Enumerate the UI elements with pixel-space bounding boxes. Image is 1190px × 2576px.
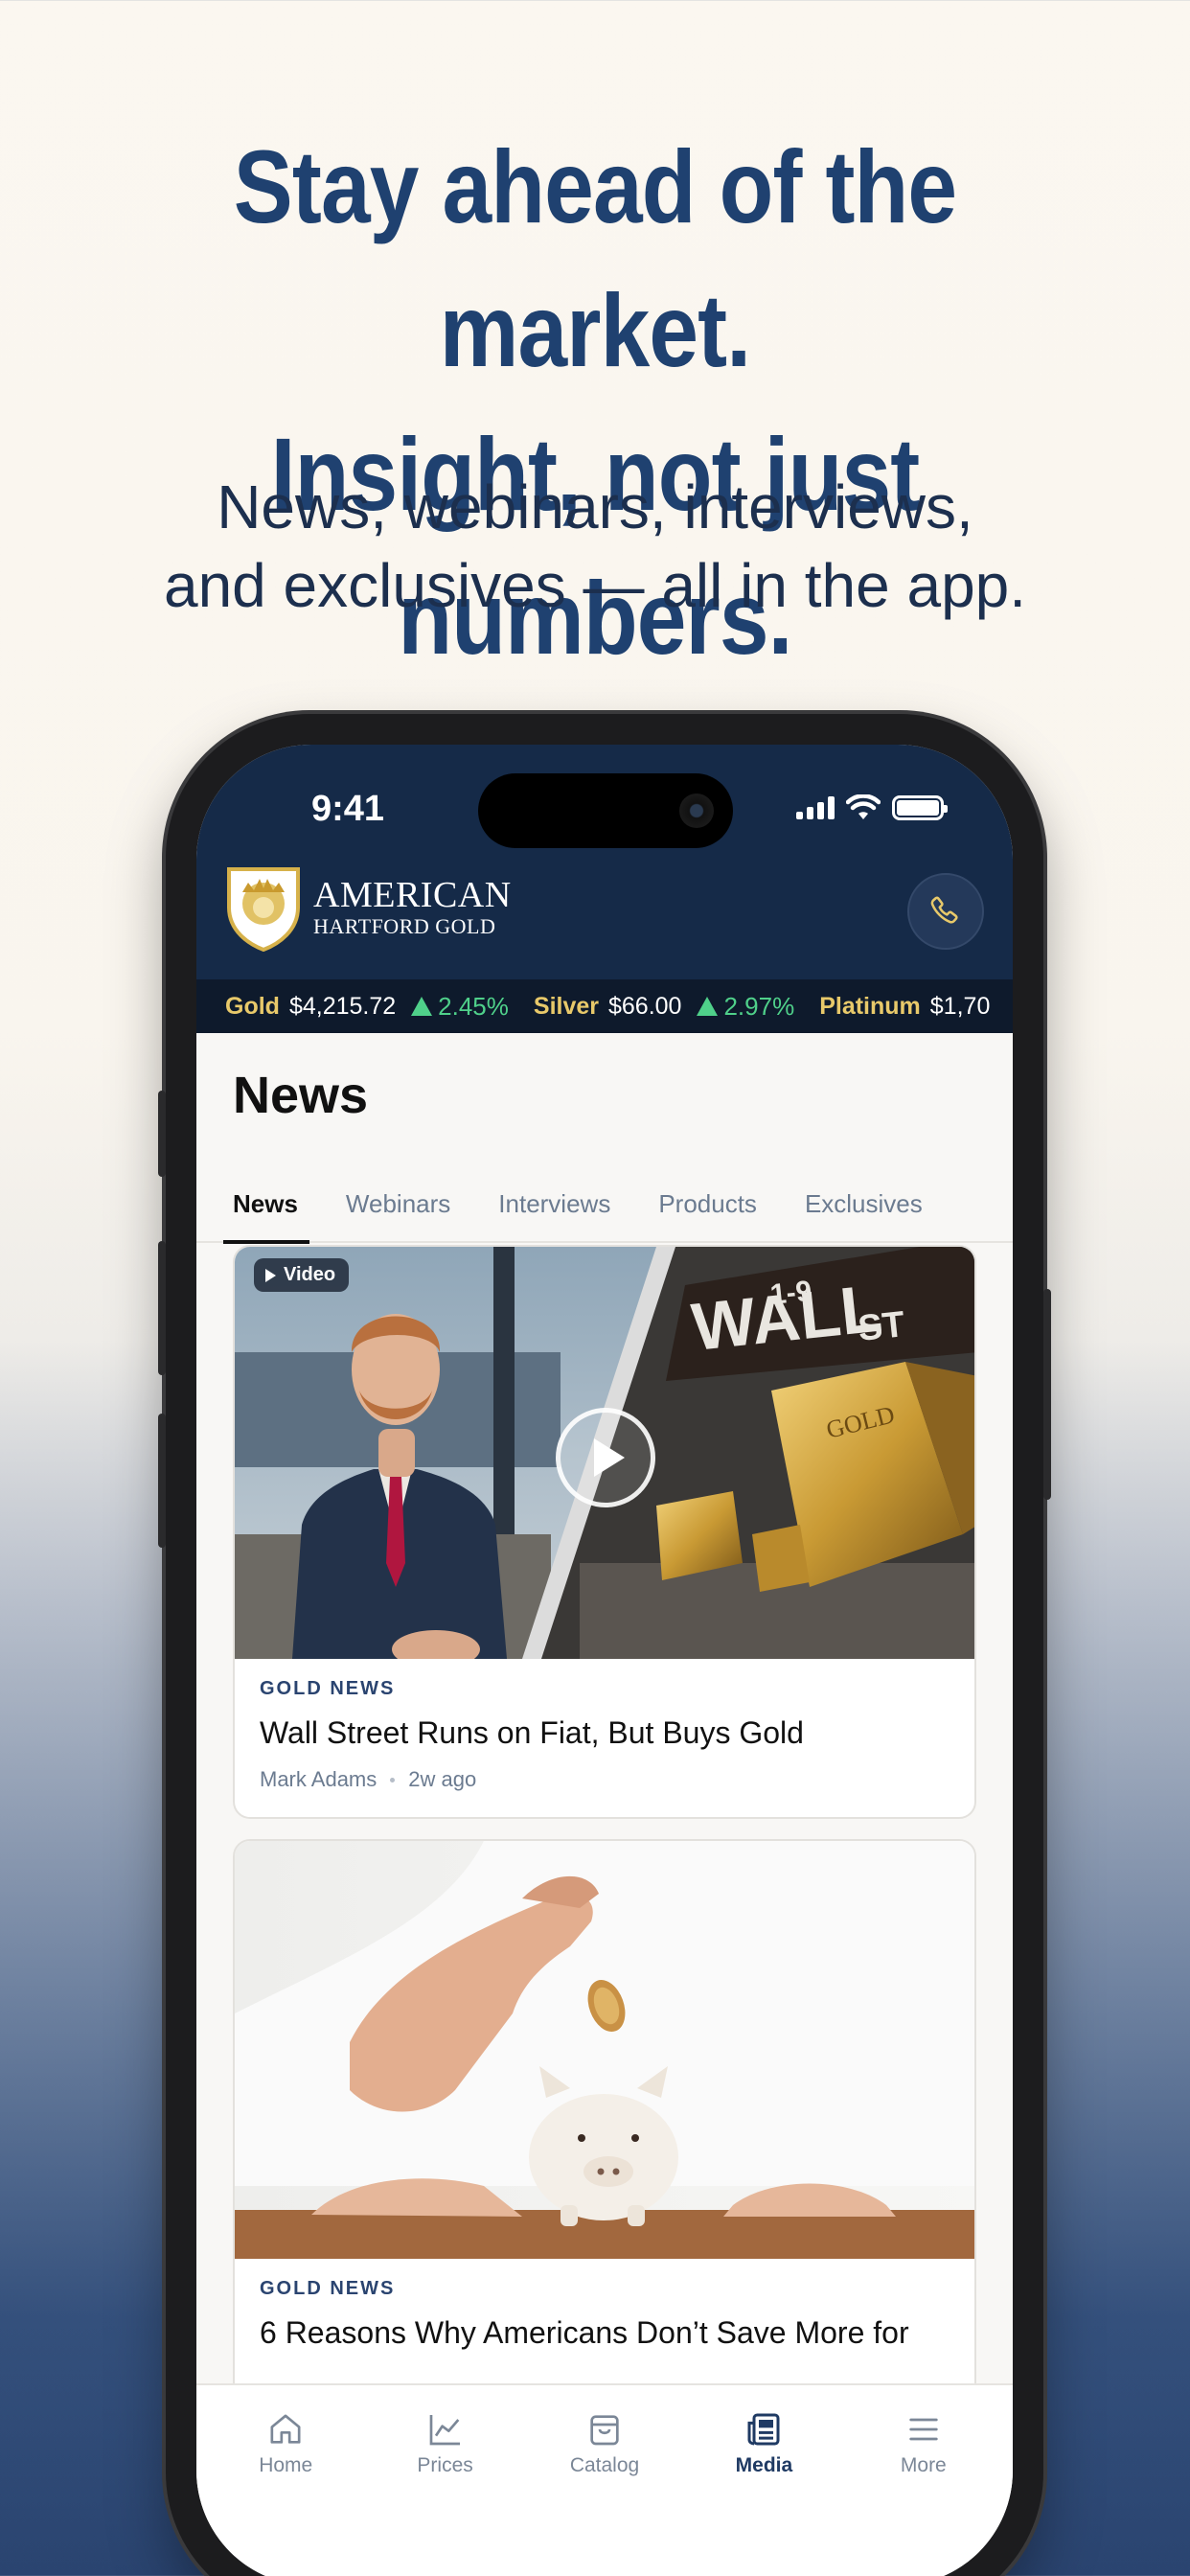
tabbar-label: Home <box>259 2454 313 2476</box>
ticker-price: $66.00 <box>608 992 682 1020</box>
brand-name-line1: AMERICAN <box>313 875 512 915</box>
dynamic-island <box>478 773 733 848</box>
video-badge: Video <box>254 1258 350 1292</box>
play-icon <box>594 1438 625 1477</box>
article-thumbnail[interactable] <box>235 1841 974 2259</box>
battery-icon <box>892 795 948 820</box>
article-age: 2w ago <box>408 1767 477 1791</box>
play-small-icon <box>265 1268 276 1282</box>
hero-subtitle-line2: and exclusives — all in the app. <box>163 551 1027 620</box>
volume-up-button <box>158 1241 166 1375</box>
app-screen: 9:41 AMERICAN HARTFORD GOLD Gold $4,215.… <box>196 745 1013 2576</box>
price-ticker[interactable]: Gold $4,215.72 2.45% Silver $66.00 2.97%… <box>196 979 1013 1033</box>
ticker-item-gold[interactable]: Gold $4,215.72 2.45% <box>225 992 509 1022</box>
article-meta: Mark Adams 2w ago <box>260 1767 950 1792</box>
tabbar-label: More <box>900 2454 947 2476</box>
tab-products[interactable]: Products <box>658 1165 757 1242</box>
tabbar-label: Prices <box>417 2454 473 2476</box>
call-button[interactable] <box>907 873 984 950</box>
tabbar-label: Media <box>735 2454 793 2476</box>
media-tabs: News Webinars Interviews Products Exclus… <box>196 1165 1013 1244</box>
tab-exclusives[interactable]: Exclusives <box>805 1165 923 1242</box>
newspaper-icon <box>747 2413 780 2446</box>
brand-name-line2: HARTFORD GOLD <box>313 914 496 938</box>
page-title: News <box>233 1067 369 1124</box>
article-video-thumbnail[interactable]: WALL ST 1-9 GOLD Video <box>235 1247 974 1659</box>
ticker-price: $4,215.72 <box>288 992 397 1020</box>
up-triangle-icon <box>411 997 433 1016</box>
article-body: GOLD NEWS 6 Reasons Why Americans Don’t … <box>235 2259 974 2377</box>
tab-interviews[interactable]: Interviews <box>498 1165 610 1242</box>
article-title[interactable]: 6 Reasons Why Americans Don’t Save More … <box>260 2313 950 2352</box>
hero-title-line1: Stay ahead of the market. <box>233 128 957 388</box>
status-time: 9:41 <box>311 789 385 829</box>
status-icons <box>796 794 948 821</box>
ticker-item-silver[interactable]: Silver $66.00 2.97% <box>534 992 794 1022</box>
lion-crest-icon <box>227 867 300 952</box>
tabbar-catalog[interactable]: Catalog <box>525 2385 684 2576</box>
article-title[interactable]: Wall Street Runs on Fiat, But Buys Gold <box>260 1714 950 1752</box>
mute-switch <box>158 1091 166 1177</box>
tabbar-home[interactable]: Home <box>206 2385 365 2576</box>
app-header: 9:41 AMERICAN HARTFORD GOLD <box>196 745 1013 979</box>
brand-logo[interactable]: AMERICAN HARTFORD GOLD <box>223 863 512 952</box>
article-card[interactable]: GOLD NEWS 6 Reasons Why Americans Don’t … <box>233 1839 976 2433</box>
tab-news[interactable]: News <box>223 1165 309 1244</box>
ticker-change: 2.45% <box>411 992 509 1022</box>
menu-icon <box>909 2418 938 2441</box>
phone-frame: 9:41 AMERICAN HARTFORD GOLD Gold $4,215.… <box>158 714 1051 2576</box>
ticker-name: Platinum <box>819 992 921 1020</box>
tabbar-media[interactable]: Media <box>684 2385 843 2576</box>
article-author: Mark Adams <box>260 1767 378 1791</box>
signal-icon <box>796 796 835 819</box>
svg-text:1-9: 1-9 <box>768 1276 813 1311</box>
volume-down-button <box>158 1414 166 1548</box>
tab-webinars[interactable]: Webinars <box>346 1165 450 1242</box>
camera-icon <box>679 794 714 828</box>
article-category: GOLD NEWS <box>260 2278 396 2299</box>
play-button[interactable] <box>556 1408 655 1507</box>
home-icon <box>270 2414 301 2444</box>
tabbar-prices[interactable]: Prices <box>365 2385 524 2576</box>
article-body: GOLD NEWS Wall Street Runs on Fiat, But … <box>235 1659 974 1817</box>
ticker-change: 2.97% <box>697 992 794 1022</box>
ticker-name: Gold <box>225 992 280 1020</box>
hero-subtitle-line1: News, webinars, interviews, <box>217 472 973 541</box>
piggy-bank-illustration <box>235 1841 974 2259</box>
bottom-tab-bar: Home Prices Catalog Media More <box>196 2383 1013 2576</box>
power-button <box>1043 1289 1051 1500</box>
hero-subtitle: News, webinars, interviews, and exclusiv… <box>0 468 1190 625</box>
tabbar-more[interactable]: More <box>844 2385 1003 2576</box>
ticker-name: Silver <box>533 992 599 1020</box>
chart-icon <box>429 2415 460 2446</box>
ticker-item-platinum[interactable]: Platinum $1,70 <box>819 993 1005 1021</box>
svg-text:ST: ST <box>857 1304 907 1349</box>
up-triangle-icon <box>697 997 719 1016</box>
phone-icon <box>930 896 958 924</box>
wifi-icon <box>846 794 881 819</box>
ticker-price: $1,70 <box>929 992 991 1020</box>
bag-icon <box>590 2415 619 2446</box>
tabbar-label: Catalog <box>569 2454 640 2476</box>
article-category: GOLD NEWS <box>260 1678 396 1699</box>
article-card[interactable]: WALL ST 1-9 GOLD Video GOLD NEWS Wall St… <box>233 1245 976 1819</box>
meta-separator <box>390 1777 396 1782</box>
